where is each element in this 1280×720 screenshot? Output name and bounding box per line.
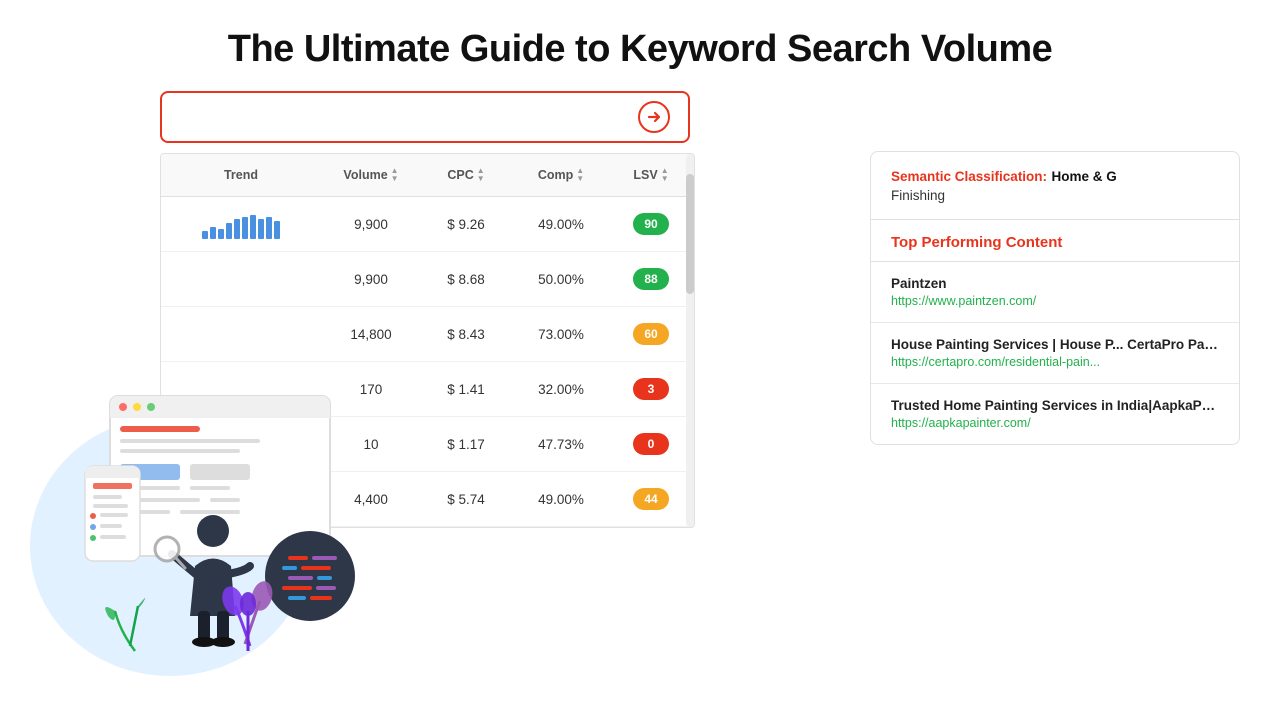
- comp-cell: 47.73%: [511, 437, 611, 452]
- content-item-url[interactable]: https://aapkapainter.com/: [891, 416, 1219, 430]
- table-row: 9,900 $ 9.26 49.00% 90: [161, 197, 694, 252]
- lsv-badge: 3: [633, 378, 669, 400]
- lsv-cell: 0: [611, 433, 691, 455]
- lsv-badge: 90: [633, 213, 669, 235]
- col-lsv[interactable]: LSV ▲▼: [611, 164, 691, 186]
- lsv-badge: 44: [633, 488, 669, 510]
- scrollbar-thumb[interactable]: [686, 174, 694, 294]
- lsv-cell: 3: [611, 378, 691, 400]
- content-item-3: Trusted Home Painting Services in India|…: [871, 384, 1239, 444]
- volume-sort-icon: ▲▼: [391, 167, 399, 183]
- cpc-cell: $ 1.41: [421, 382, 511, 397]
- lsv-cell: 88: [611, 268, 691, 290]
- trend-bar: [266, 217, 272, 239]
- col-comp[interactable]: Comp ▲▼: [511, 164, 611, 186]
- search-submit-icon[interactable]: [636, 99, 672, 135]
- content-item-2: House Painting Services | House P... Cer…: [871, 323, 1239, 384]
- comp-cell: 73.00%: [511, 327, 611, 342]
- search-bar-container: [160, 91, 840, 143]
- lsv-badge: 60: [633, 323, 669, 345]
- table-header: Trend Volume ▲▼ CPC ▲▼ Comp ▲▼ LSV ▲▼: [161, 154, 694, 197]
- cpc-cell: $ 1.17: [421, 437, 511, 452]
- trend-cell: [161, 209, 321, 239]
- trend-bar: [202, 231, 208, 239]
- lsv-cell: 90: [611, 213, 691, 235]
- comp-cell: 49.00%: [511, 492, 611, 507]
- content-item-title: Trusted Home Painting Services in India|…: [891, 398, 1219, 413]
- comp-cell: 50.00%: [511, 272, 611, 287]
- content-item-title: House Painting Services | House P... Cer…: [891, 337, 1219, 352]
- content-item-1: Paintzen https://www.paintzen.com/: [871, 262, 1239, 323]
- lsv-badge: 0: [633, 433, 669, 455]
- search-bar[interactable]: [160, 91, 690, 143]
- volume-cell: 9,900: [321, 272, 421, 287]
- scrollbar-track[interactable]: [686, 154, 694, 527]
- left-section: Trend Volume ▲▼ CPC ▲▼ Comp ▲▼ LSV ▲▼: [40, 91, 840, 701]
- cpc-sort-icon: ▲▼: [477, 167, 485, 183]
- top-performing-content-section: Top Performing Content: [871, 220, 1239, 262]
- content-item-title: Paintzen: [891, 276, 1219, 291]
- semantic-value: Home & G: [1052, 169, 1117, 184]
- trend-bar: [250, 215, 256, 239]
- comp-cell: 49.00%: [511, 217, 611, 232]
- trend-bar: [234, 219, 240, 239]
- col-volume[interactable]: Volume ▲▼: [321, 164, 421, 186]
- semantic-section: Semantic Classification: Home & G Finish…: [871, 152, 1239, 220]
- lsv-cell: 60: [611, 323, 691, 345]
- lsv-cell: 44: [611, 488, 691, 510]
- comp-cell: 32.00%: [511, 382, 611, 397]
- illustration: [20, 336, 390, 681]
- top-performing-content-title: Top Performing Content: [891, 234, 1219, 251]
- trend-bar: [274, 221, 280, 239]
- col-trend: Trend: [161, 164, 321, 186]
- content-item-url[interactable]: https://www.paintzen.com/: [891, 294, 1219, 308]
- volume-cell: 9,900: [321, 217, 421, 232]
- main-layout: Trend Volume ▲▼ CPC ▲▼ Comp ▲▼ LSV ▲▼: [0, 91, 1280, 701]
- cpc-cell: $ 8.68: [421, 272, 511, 287]
- cpc-cell: $ 8.43: [421, 327, 511, 342]
- cpc-cell: $ 9.26: [421, 217, 511, 232]
- lsv-badge: 88: [633, 268, 669, 290]
- table-row: 9,900 $ 8.68 50.00% 88: [161, 252, 694, 307]
- trend-bar: [210, 227, 216, 239]
- trend-bar: [226, 223, 232, 239]
- semantic-label: Semantic Classification:: [891, 169, 1047, 184]
- trend-cell: [161, 264, 321, 294]
- cpc-cell: $ 5.74: [421, 492, 511, 507]
- comp-sort-icon: ▲▼: [576, 167, 584, 183]
- lsv-sort-icon: ▲▼: [661, 167, 669, 183]
- trend-bar: [242, 217, 248, 239]
- trend-bar: [258, 219, 264, 239]
- right-panel: Semantic Classification: Home & G Finish…: [870, 151, 1240, 445]
- col-cpc[interactable]: CPC ▲▼: [421, 164, 511, 186]
- trend-bar: [218, 229, 224, 239]
- page-title: The Ultimate Guide to Keyword Search Vol…: [0, 0, 1280, 91]
- semantic-classification-line: Semantic Classification: Home & G: [891, 168, 1219, 186]
- semantic-finishing: Finishing: [891, 188, 1219, 203]
- content-item-url[interactable]: https://certapro.com/residential-pain...: [891, 355, 1219, 369]
